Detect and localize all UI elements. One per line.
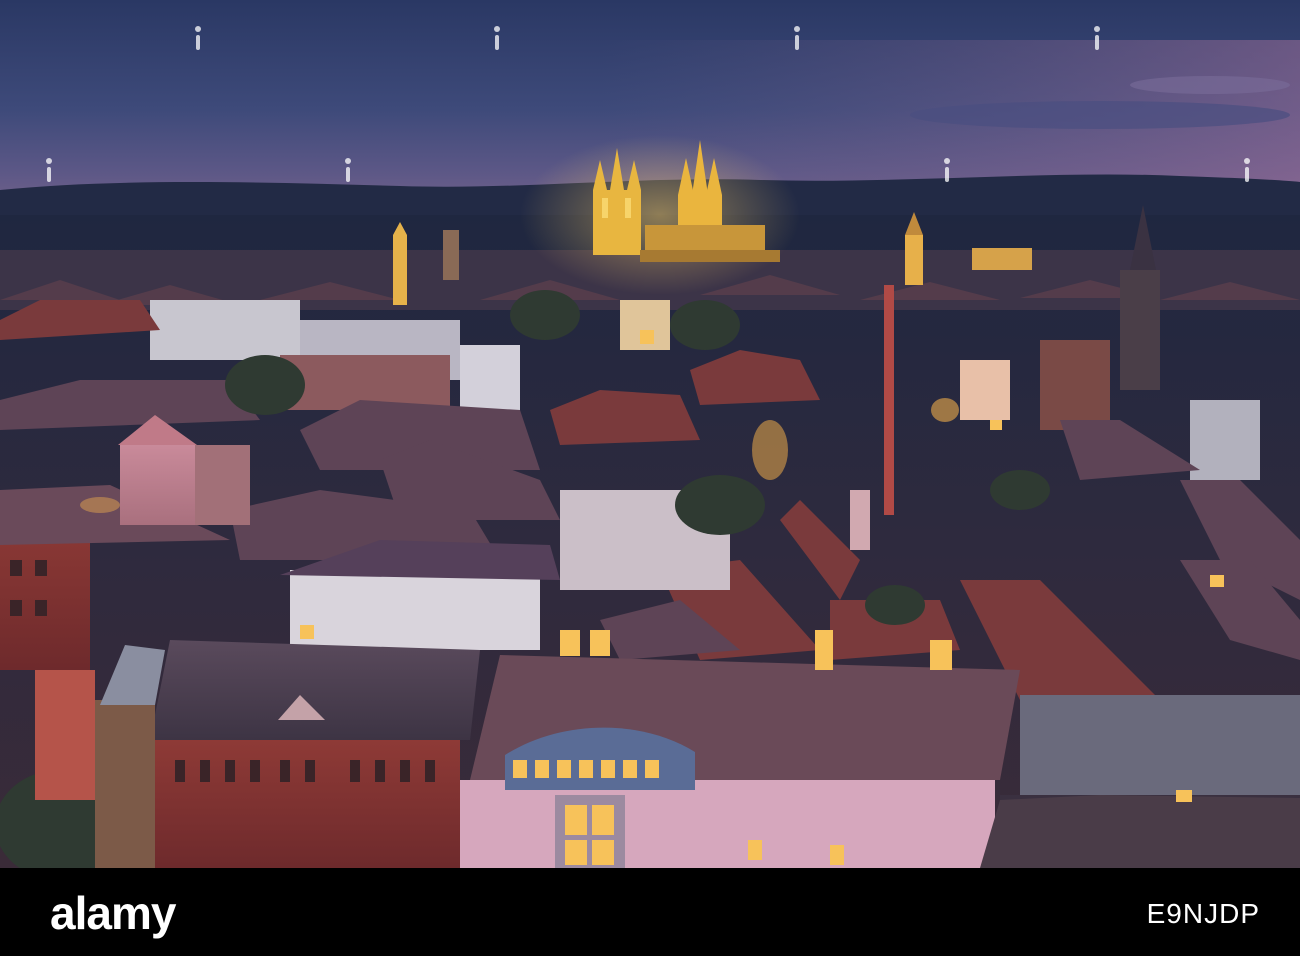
stock-photo: alamy E9NJDP [0, 0, 1300, 956]
watermark-icon [792, 26, 802, 52]
watermark-icon [1242, 158, 1252, 184]
image-code: E9NJDP [1146, 898, 1260, 929]
photo-erfurt-night-cityscape [0, 0, 1300, 868]
brand-logo: alamy [50, 887, 176, 939]
watermark-icon [193, 26, 203, 52]
footer-bar: alamy E9NJDP [0, 868, 1300, 956]
watermark-icon [44, 158, 54, 184]
watermark-icon [942, 158, 952, 184]
watermark-icon [343, 158, 353, 184]
watermark-icon [492, 26, 502, 52]
watermark-icon [1092, 26, 1102, 52]
